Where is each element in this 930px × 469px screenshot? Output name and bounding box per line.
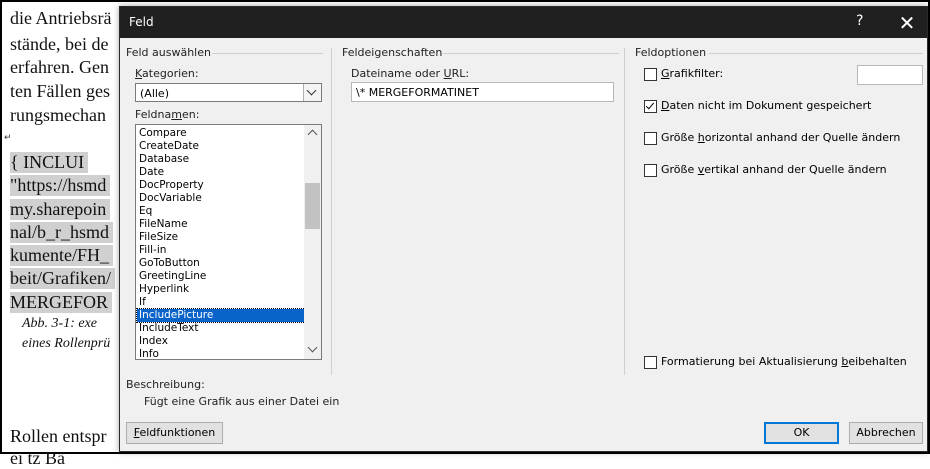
column-divider bbox=[624, 48, 625, 375]
categories-dropdown[interactable]: (Alle) bbox=[135, 83, 322, 102]
section-divider bbox=[212, 53, 323, 54]
doc-text-line: erfahren. Gen bbox=[10, 57, 109, 77]
field-dialog: Feld ? ✕ Feld auswählen Kategorien: (All… bbox=[119, 6, 928, 452]
list-item-selected[interactable]: IncludePicture bbox=[136, 308, 306, 323]
chevron-down-icon[interactable] bbox=[307, 342, 318, 353]
list-item[interactable]: Compare bbox=[137, 127, 305, 140]
list-item[interactable]: IncludeText bbox=[137, 322, 305, 335]
doc-field-code[interactable]: kumente/FH_ bbox=[10, 245, 113, 266]
field-codes-button[interactable]: Feldfunktionen bbox=[126, 422, 223, 444]
help-button[interactable]: ? bbox=[856, 13, 863, 29]
section-divider bbox=[443, 53, 619, 54]
chevron-up-icon[interactable] bbox=[307, 129, 318, 140]
list-item[interactable]: Fill-in bbox=[137, 244, 305, 257]
doc-field-code[interactable]: my.sharepoin bbox=[10, 199, 111, 220]
data-not-stored-checkbox[interactable] bbox=[644, 100, 657, 113]
list-item[interactable]: Index bbox=[137, 335, 305, 348]
list-item[interactable]: FileSize bbox=[137, 231, 305, 244]
chevron-down-icon bbox=[306, 85, 317, 96]
list-scrollbar[interactable] bbox=[304, 125, 321, 359]
list-item[interactable]: CreateDate bbox=[137, 140, 305, 153]
dialog-titlebar[interactable]: Feld ? ✕ bbox=[120, 7, 927, 38]
preserve-formatting-checkbox[interactable] bbox=[644, 356, 657, 369]
section-title-field-options: Feldoptionen bbox=[635, 46, 707, 59]
list-item[interactable]: Eq bbox=[137, 205, 305, 218]
list-item[interactable]: FileName bbox=[137, 218, 305, 231]
list-item[interactable]: Database bbox=[137, 153, 305, 166]
categories-label: Kategorien: bbox=[135, 67, 199, 80]
paragraph-mark-icon: ↵ bbox=[4, 133, 12, 143]
doc-text-line: ten Fällen ges bbox=[10, 81, 110, 101]
graphic-filter-label: Grafikfilter: bbox=[661, 67, 724, 80]
doc-field-code[interactable]: { INCLUI bbox=[10, 152, 89, 173]
dropdown-button[interactable] bbox=[303, 84, 321, 101]
resize-horizontal-label: Größe horizontal anhand der Quelle änder… bbox=[661, 131, 901, 144]
doc-figure-caption: eines Rollenprü bbox=[22, 336, 111, 351]
scrollbar-thumb[interactable] bbox=[305, 183, 320, 229]
doc-field-code[interactable]: MERGEFOR bbox=[10, 292, 113, 313]
list-item[interactable]: DocVariable bbox=[137, 192, 305, 205]
field-names-list[interactable]: Compare CreateDate Database Date DocProp… bbox=[135, 124, 322, 360]
doc-figure-caption: Abb. 3-1: exe bbox=[22, 316, 98, 331]
list-item[interactable]: Info bbox=[137, 348, 305, 359]
column-divider bbox=[331, 48, 332, 375]
description-label: Beschreibung: bbox=[126, 378, 205, 391]
list-item[interactable]: Hyperlink bbox=[137, 283, 305, 296]
cancel-button[interactable]: Abbrechen bbox=[849, 422, 923, 444]
doc-field-code[interactable]: nal/b_r_hsmd bbox=[10, 222, 113, 243]
graphic-filter-input[interactable] bbox=[857, 65, 923, 85]
close-icon[interactable]: ✕ bbox=[892, 9, 922, 37]
list-item[interactable]: GoToButton bbox=[137, 257, 305, 270]
list-item[interactable]: GreetingLine bbox=[137, 270, 305, 283]
doc-field-code[interactable]: beit/Grafiken/ bbox=[10, 268, 115, 289]
field-names-label: Feldnamen: bbox=[135, 108, 200, 121]
dialog-title: Feld bbox=[129, 15, 154, 29]
ok-button[interactable]: OK bbox=[764, 422, 839, 444]
doc-text-line: stände, bei de bbox=[10, 34, 109, 54]
description-text: Fügt eine Grafik aus einer Datei ein bbox=[144, 395, 340, 408]
list-item[interactable]: If bbox=[137, 296, 305, 309]
doc-text-line: rungsmechan bbox=[10, 105, 106, 125]
resize-vertical-checkbox[interactable] bbox=[644, 164, 657, 177]
list-item[interactable]: DocProperty bbox=[137, 179, 305, 192]
graphic-filter-checkbox[interactable] bbox=[644, 68, 657, 81]
categories-value: (Alle) bbox=[140, 87, 169, 100]
section-title-field-properties: Feldeigenschaften bbox=[342, 46, 443, 59]
resize-vertical-label: Größe vertikal anhand der Quelle ändern bbox=[661, 163, 887, 176]
url-input[interactable]: \* MERGEFORMATINET bbox=[351, 82, 614, 102]
doc-field-code[interactable]: "https://hsmd bbox=[10, 175, 111, 196]
list-item[interactable]: Date bbox=[137, 166, 305, 179]
doc-text-line: die Antriebsrä bbox=[10, 8, 112, 28]
data-not-stored-label: Daten nicht im Dokument gespeichert bbox=[661, 99, 872, 112]
preserve-formatting-label: Formatierung bei Aktualisierung beibehal… bbox=[661, 355, 907, 368]
url-label: Dateiname oder URL: bbox=[351, 67, 470, 80]
resize-horizontal-checkbox[interactable] bbox=[644, 132, 657, 145]
doc-text-line: ei tz Bä bbox=[10, 448, 65, 468]
section-title-select-field: Feld auswählen bbox=[126, 46, 211, 59]
section-divider bbox=[709, 53, 923, 54]
doc-text-line: Rollen entspr bbox=[10, 426, 107, 446]
